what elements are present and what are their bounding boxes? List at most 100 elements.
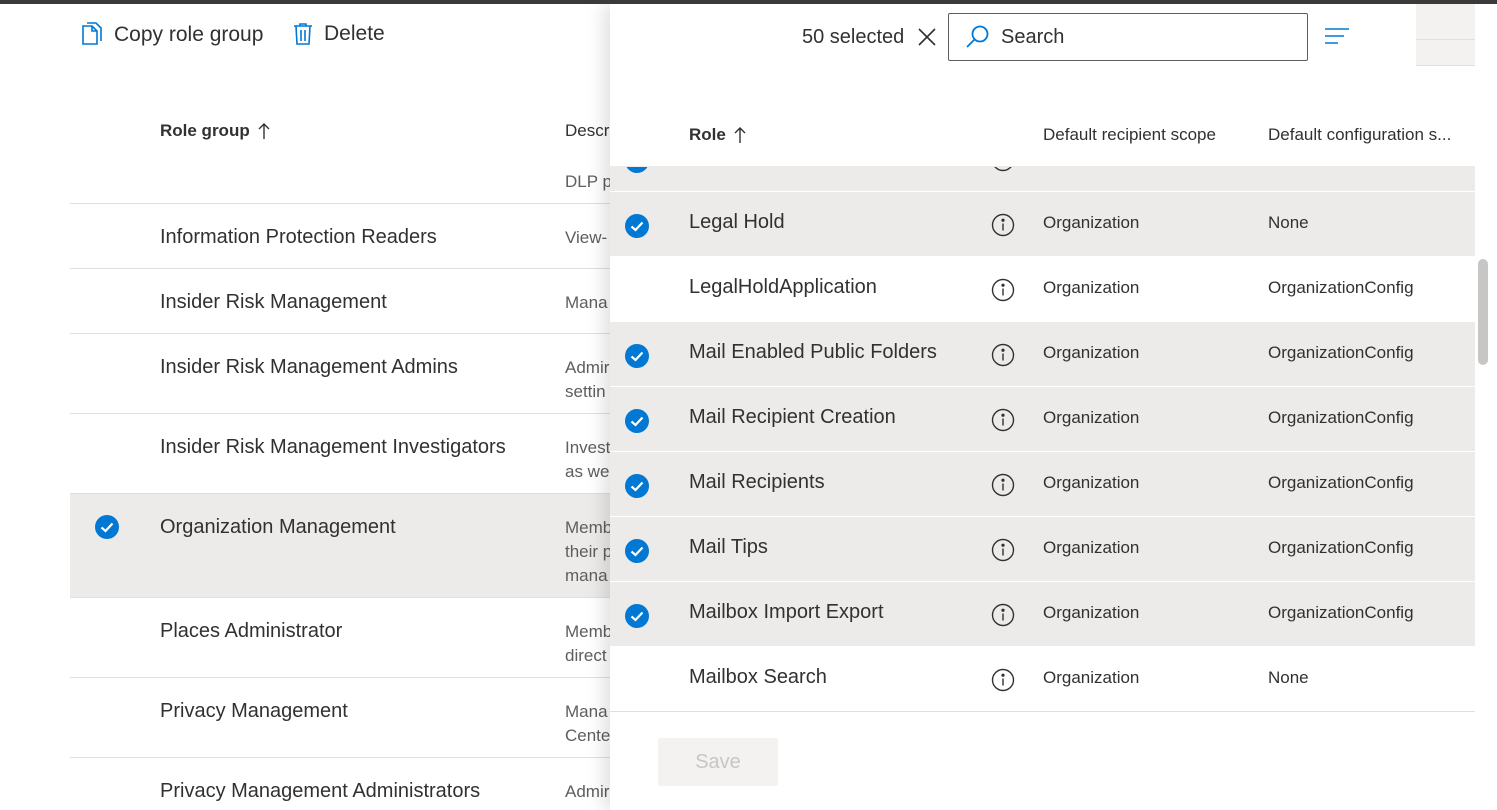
role-group-description: Admir settin [565,358,610,401]
role-group-name: Insider Risk Management Investigators [160,436,506,458]
checkmark-icon[interactable] [624,603,650,634]
checkmark-icon[interactable] [94,514,120,545]
clear-selection-icon[interactable] [916,26,938,48]
copy-icon [82,22,102,45]
role-row[interactable]: Legal Hold Organization None [610,192,1475,257]
recipient-scope: Organization [1043,538,1140,557]
role-row[interactable]: Mail Enabled Public Folders Organization O… [610,322,1475,387]
search-input[interactable] [1001,25,1271,49]
copy-role-group-label: Copy role group [114,23,264,46]
panel-header-corner [1416,4,1475,66]
role-group-name: Insider Risk Management [160,291,387,313]
checkmark-icon[interactable] [624,408,650,439]
footer-divider [610,711,1475,712]
filter-icon[interactable] [1324,26,1350,46]
role-group-name: Privacy Management [160,700,348,722]
role-group-row[interactable]: Insider Risk Management Mana [70,269,610,334]
search-icon [966,25,989,48]
role-group-description: Memb their p mana [565,518,610,585]
checkmark-icon[interactable] [624,473,650,504]
role-group-name: Information Protection Readers [160,226,437,248]
info-icon[interactable] [991,473,1015,502]
role-group-description: View- [565,228,608,247]
info-icon[interactable] [991,167,1015,177]
edit-roles-panel: 50 selected Role Default recipient scope… [610,4,1497,810]
config-scope: OrganizationConfig [1268,343,1414,362]
role-name: Legal Hold [689,211,785,233]
role-group-row[interactable]: Privacy Management Mana Cente [70,678,610,758]
config-scope: None [1268,668,1309,687]
delete-label: Delete [324,22,385,45]
role-group-description: Memb direct [565,622,610,665]
window-top-edge [0,0,1497,4]
role-name: Mail Enabled Public Folders [689,341,937,363]
column-header-recipient-scope[interactable]: Default recipient scope [1043,125,1216,145]
role-row[interactable]: Mail Recipient Creation Organization Organ… [610,387,1475,452]
role-group-name: Privacy Management Administrators [160,780,481,802]
checkmark-icon[interactable] [624,343,650,374]
info-icon[interactable] [991,668,1015,697]
recipient-scope: Organization [1043,343,1140,362]
config-scope: OrganizationConfig [1268,538,1414,557]
role-name: Mail Tips [689,536,768,558]
trash-icon [294,23,312,45]
config-scope: OrganizationConfig [1268,408,1414,427]
role-name: Mailbox Import Export [689,601,884,623]
role-group-name: Organization Management [160,516,396,538]
role-group-row[interactable]: Places Administrator Memb direct [70,598,610,678]
role-name: Mail Recipient Creation [689,406,896,428]
roles-list: Legal Hold Organization None LegalHoldAppli… [610,166,1475,711]
info-icon[interactable] [991,278,1015,307]
role-group-description: Mana [565,293,608,312]
info-icon[interactable] [991,213,1015,242]
sort-ascending-icon [734,127,746,143]
role-group-row[interactable]: Information Protection Readers View- [70,204,610,269]
config-scope: None [1268,213,1309,232]
role-row[interactable]: Mail Recipients Organization OrganizationC… [610,452,1475,517]
role-group-row[interactable]: Organization Management Memb their p mana [70,494,610,598]
save-button[interactable]: Save [658,738,778,786]
checkmark-icon[interactable] [624,538,650,569]
recipient-scope: Organization [1043,473,1140,492]
role-group-description: Admir [565,782,610,801]
selected-count: 50 selected [802,26,905,48]
config-scope: OrganizationConfig [1268,473,1414,492]
recipient-scope: Organization [1043,278,1140,297]
info-icon[interactable] [991,603,1015,632]
recipient-scope: Organization [1043,408,1140,427]
role-row[interactable] [610,167,1475,192]
checkmark-icon[interactable] [624,213,650,244]
role-group-row[interactable]: Privacy Management Administrators Admir [70,758,610,810]
role-row[interactable]: Mail Tips Organization OrganizationConfig [610,517,1475,582]
column-header-description[interactable]: Descr [565,121,609,141]
info-icon[interactable] [991,408,1015,437]
checkmark-icon[interactable] [624,167,650,179]
info-icon[interactable] [991,343,1015,372]
config-scope: OrganizationConfig [1268,603,1414,622]
role-row[interactable]: Mailbox Search Organization None [610,647,1475,711]
role-row[interactable]: Mailbox Import Export Organization Organiz… [610,582,1475,647]
role-name: LegalHoldApplication [689,276,877,298]
role-name: Mail Recipients [689,471,825,493]
role-group-row[interactable]: DLP p [70,166,610,204]
delete-button[interactable]: Delete [292,22,385,46]
info-icon[interactable] [991,538,1015,567]
role-group-row[interactable]: Insider Risk Management Admins Admir sett… [70,334,610,414]
copy-role-group-button[interactable]: Copy role group [80,22,263,48]
config-scope: OrganizationConfig [1268,278,1414,297]
role-group-row[interactable]: Insider Risk Management Investigators Inv… [70,414,610,494]
role-group-name: Places Administrator [160,620,343,642]
sort-ascending-icon [258,123,270,139]
column-header-role-group[interactable]: Role group [160,121,270,141]
column-header-config-scope[interactable]: Default configuration s... [1268,125,1468,145]
recipient-scope: Organization [1043,603,1140,622]
column-header-role[interactable]: Role [689,125,746,145]
role-group-description: Mana Cente [565,702,610,745]
role-row[interactable]: LegalHoldApplication Organization Organiza… [610,257,1475,322]
role-group-description: DLP p [565,172,610,191]
role-group-name: Insider Risk Management Admins [160,356,458,378]
scrollbar-thumb[interactable] [1478,259,1488,365]
recipient-scope: Organization [1043,668,1140,687]
recipient-scope: Organization [1043,213,1140,232]
search-box[interactable] [948,13,1308,61]
